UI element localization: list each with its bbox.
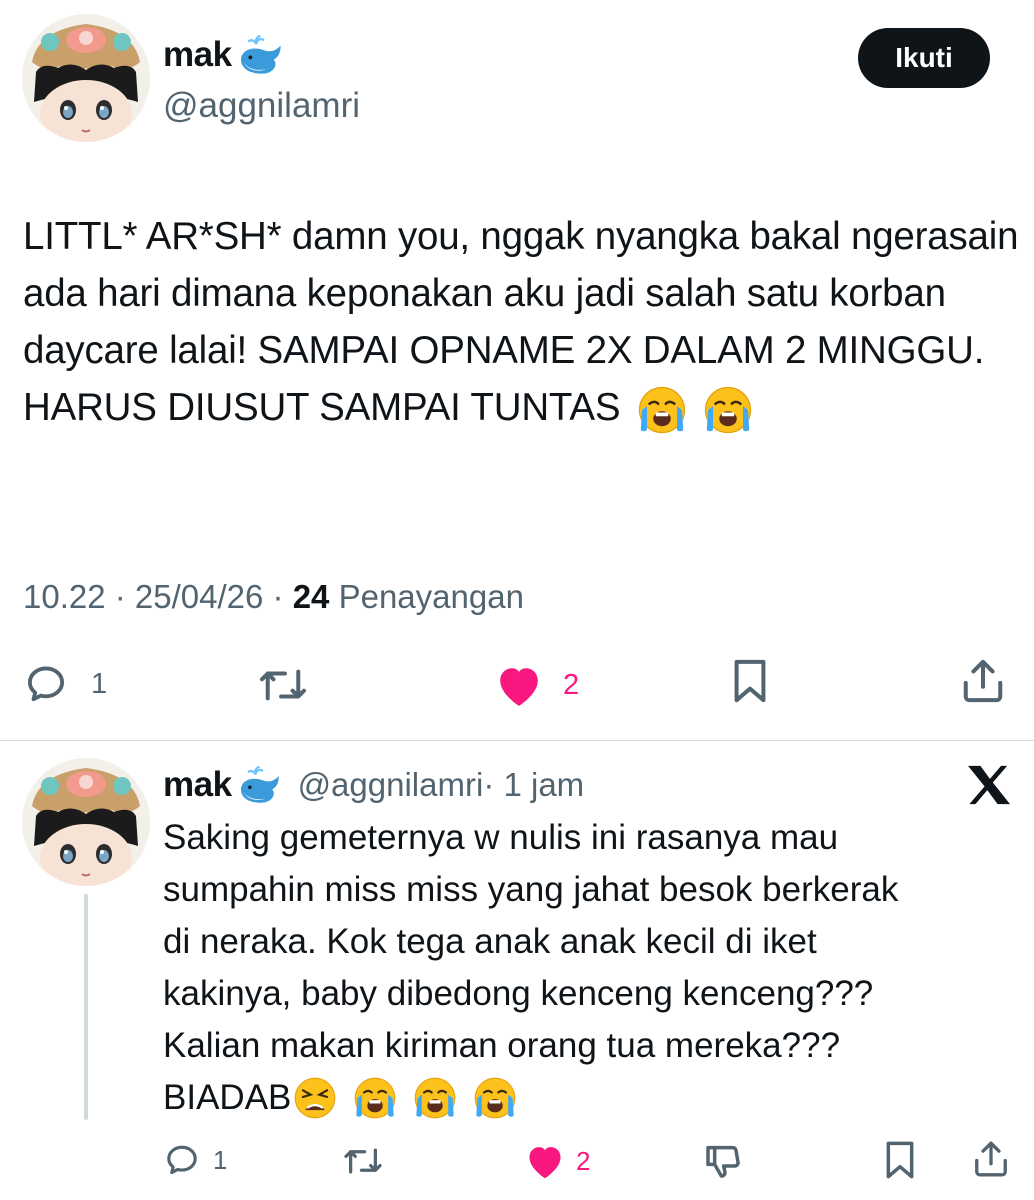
weary-face-emoji [294,1077,337,1119]
spouting-whale-emoji [239,766,280,804]
reply-last-line: BIADAB [163,1072,1023,1124]
reply-body: Saking gemeternya w nulis ini rasanya ma… [163,812,1023,1124]
bookmark-icon [734,659,766,703]
heart-filled-icon [500,668,538,706]
reply-author-avatar[interactable] [22,758,150,886]
spouting-whale-emoji [239,35,282,75]
reply-like-button[interactable]: 2 [524,1142,590,1180]
dislike-button[interactable] [703,1140,743,1182]
loudly-crying-face-emoji [704,386,753,434]
tweet-body: LITTL* AR*SH* damn you, nggak nyangka ba… [23,208,1023,436]
loudly-crying-face-emoji [638,386,686,434]
loudly-crying-face-emoji [474,1077,517,1119]
follow-button[interactable]: Ikuti [858,28,990,88]
tweet-text: LITTL* AR*SH* damn you, nggak nyangka ba… [23,215,1019,429]
loudly-crying-face-emoji [354,1077,397,1119]
reply-reply-button[interactable]: 1 [163,1142,227,1178]
reply-display-name[interactable]: mak [163,765,232,805]
follow-button-wrap: Ikuti [858,28,990,88]
retweet-button[interactable] [256,664,310,706]
reply-line: Saking gemeternya w nulis ini rasanya ma… [163,818,839,857]
reply-icon [167,1145,197,1175]
reply-line: sumpahin miss miss yang jahat besok berk… [163,870,899,909]
reply-line: BIADAB [163,1078,292,1117]
x-logo-icon [966,764,1012,811]
tweet-timestamp[interactable]: 10.22 · 25/04/26 · [23,578,293,615]
reply-like-count: 2 [576,1145,591,1176]
loudly-crying-face-emoji [414,1077,457,1119]
reply-icon [27,666,65,702]
reply-handle[interactable]: @aggnilamri [298,766,484,804]
author-display-name[interactable]: mak [163,35,232,75]
thread-line [84,894,88,1120]
reply-retweet-button[interactable] [341,1144,385,1178]
like-button[interactable]: 2 [493,662,579,708]
author-avatar[interactable] [22,14,150,142]
reply-count: 1 [91,667,108,700]
thumbs-down-icon [706,1145,740,1178]
like-count: 2 [563,668,580,701]
reply-bookmark-button[interactable] [884,1140,916,1180]
share-button[interactable] [960,656,1006,706]
divider [0,740,1034,741]
views-label: Penayangan [329,578,524,615]
share-icon [975,1141,1007,1177]
bookmark-button[interactable] [731,658,769,704]
heart-filled-icon [529,1147,561,1179]
bookmark-icon [886,1141,914,1179]
tweet-meta: 10.22 · 25/04/26 · 24 Penayangan [23,578,524,616]
retweet-icon [344,1148,382,1174]
author-name-row[interactable]: mak [163,34,290,76]
reply-share-button[interactable] [972,1138,1010,1180]
reply-button[interactable]: 1 [23,662,107,706]
reply-header: mak @aggnilamri · 1 jam [163,765,584,805]
reply-line: di neraka. Kok tega anak anak kecil di i… [163,922,817,961]
reply-reply-count: 1 [213,1144,228,1175]
reply-line: kakinya, baby dibedong kenceng kenceng??… [163,974,874,1013]
views-count: 24 [292,578,330,615]
retweet-icon [259,669,307,701]
reply-line: Kalian makan kiriman orang tua mereka??? [163,1026,841,1065]
reply-time[interactable]: · 1 jam [483,766,584,804]
author-handle[interactable]: @aggnilamri [163,86,360,126]
share-icon [963,659,1003,703]
